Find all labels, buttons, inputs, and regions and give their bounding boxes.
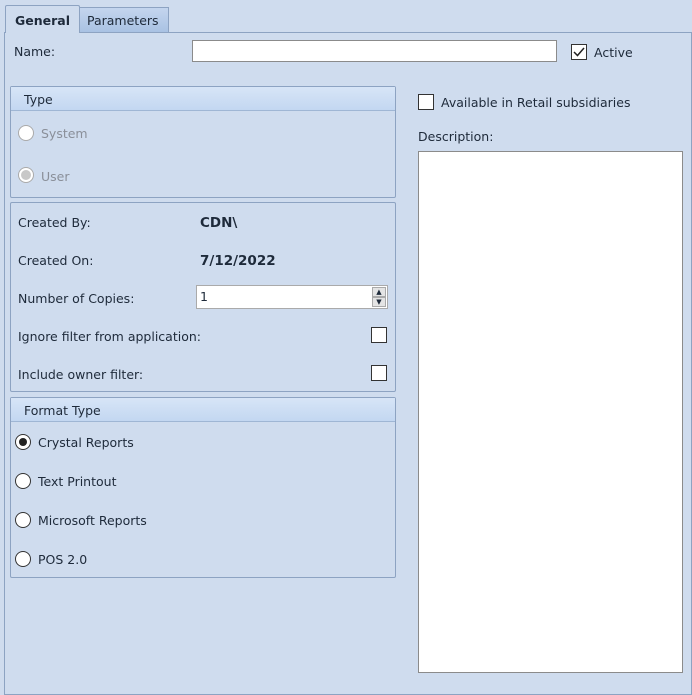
created-by-label: Created By: [18,215,91,230]
format-microsoft-label: Microsoft Reports [38,513,147,528]
format-group-title: Format Type [11,398,395,422]
type-system-label: System [41,126,88,141]
tab-parameters[interactable]: Parameters [77,7,169,32]
spin-up-icon[interactable]: ▲ [372,287,386,297]
created-on-label: Created On: [18,253,94,268]
retail-checkbox[interactable] [418,94,434,110]
format-text-label: Text Printout [38,474,117,489]
format-crystal-radio[interactable] [15,434,31,450]
created-by-value: CDN\ [200,215,238,231]
copies-value: 1 [200,289,208,304]
name-input[interactable] [192,40,557,62]
format-text-radio[interactable] [15,473,31,489]
description-label: Description: [418,129,494,144]
copies-label: Number of Copies: [18,291,135,306]
created-on-value: 7/12/2022 [200,253,276,269]
type-user-label: User [41,169,70,184]
active-label: Active [594,45,633,60]
owner-filter-checkbox[interactable] [371,365,387,381]
type-group-title: Type [11,87,395,111]
name-label: Name: [14,44,56,59]
description-textarea[interactable] [418,151,683,673]
ignore-filter-checkbox[interactable] [371,327,387,343]
format-microsoft-radio[interactable] [15,512,31,528]
type-system-radio[interactable] [18,125,34,141]
format-pos-radio[interactable] [15,551,31,567]
spin-down-icon[interactable]: ▼ [372,297,386,307]
owner-filter-label: Include owner filter: [18,367,144,382]
retail-label: Available in Retail subsidiaries [441,95,631,110]
copies-spinner[interactable]: 1 ▲ ▼ [196,285,388,309]
tab-general[interactable]: General [5,5,80,33]
format-pos-label: POS 2.0 [38,552,88,567]
active-checkbox[interactable] [571,44,587,60]
format-crystal-label: Crystal Reports [38,435,134,450]
checkmark-icon [573,47,585,57]
ignore-filter-label: Ignore filter from application: [18,329,201,344]
type-user-radio[interactable] [18,167,34,183]
